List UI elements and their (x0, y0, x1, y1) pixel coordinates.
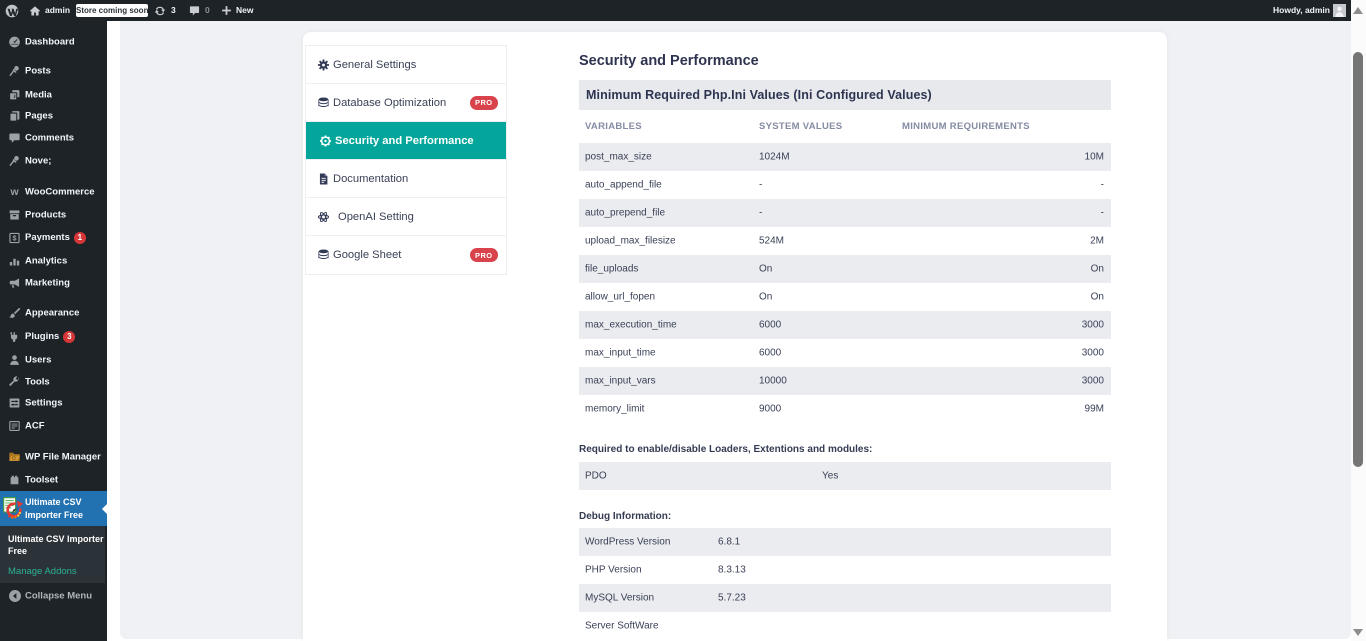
svg-text:$: $ (13, 235, 17, 243)
svg-text:w: w (9, 187, 19, 198)
